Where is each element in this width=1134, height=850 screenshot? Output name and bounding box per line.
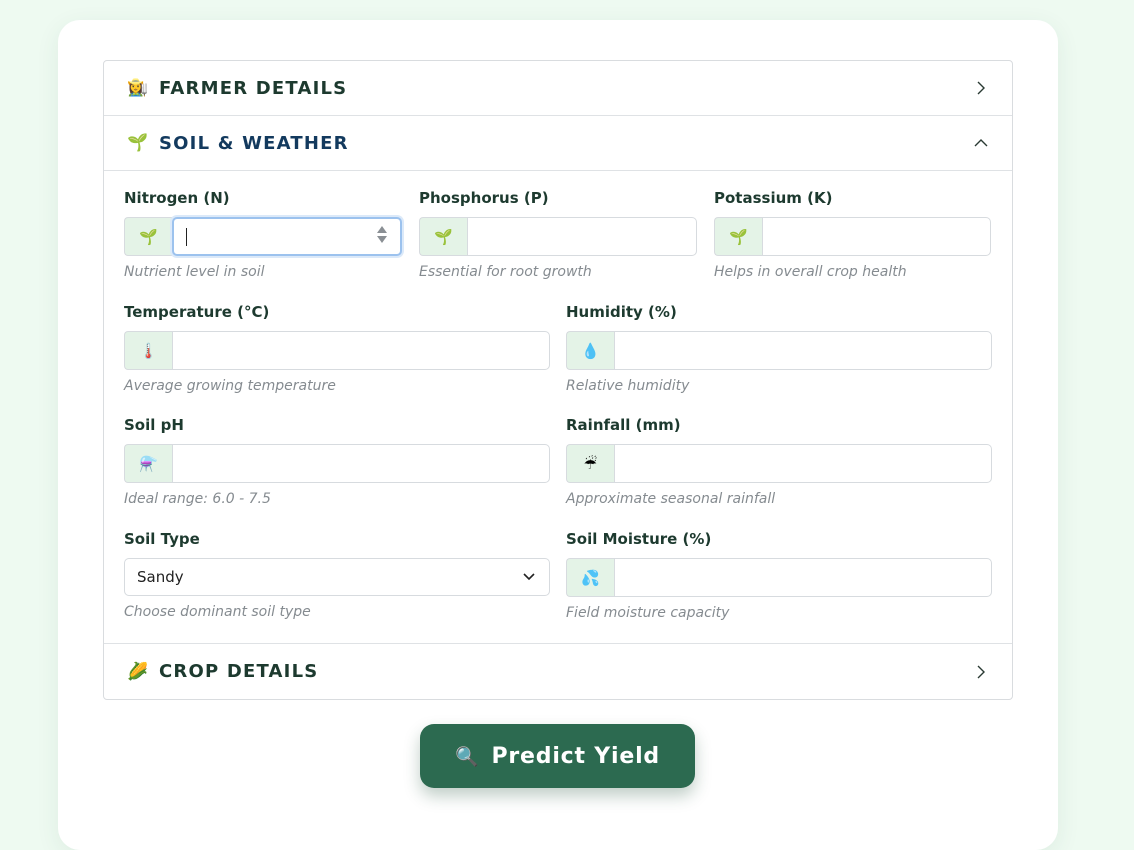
soil-moisture-help: Field moisture capacity	[566, 605, 730, 621]
soil-type-field: Soil Type Sandy Choose dominant soil typ…	[124, 528, 550, 622]
phosphorus-field: Phosphorus (P) 🌱 Essential for root grow…	[419, 187, 697, 282]
soil-ph-label: Soil pH	[124, 416, 184, 434]
rainfall-help: Approximate seasonal rainfall	[566, 491, 776, 507]
section-title: FARMER DETAILS	[159, 77, 348, 99]
flask-icon: ⚗️	[124, 444, 172, 483]
thermometer-icon: 🌡️	[124, 331, 172, 370]
predict-yield-label: Predict Yield	[491, 743, 660, 769]
soil-ph-help: Ideal range: 6.0 - 7.5	[124, 491, 271, 507]
potassium-input[interactable]	[762, 217, 991, 256]
seedling-icon: 🌱	[419, 217, 467, 256]
soil-moisture-input[interactable]	[614, 558, 992, 597]
crop-details-header[interactable]: 🌽 CROP DETAILS	[104, 644, 1012, 699]
humidity-label: Humidity (%)	[566, 303, 677, 321]
potassium-label: Potassium (K)	[714, 189, 833, 207]
chevron-up-icon[interactable]	[970, 132, 992, 154]
number-spinner[interactable]	[377, 226, 387, 243]
rainfall-input[interactable]	[614, 444, 992, 483]
soil-moisture-input-group: 💦	[566, 558, 992, 597]
sweat-droplets-icon: 💦	[566, 558, 614, 597]
predict-yield-button[interactable]: 🔍 Predict Yield	[420, 724, 695, 788]
chevron-down-icon	[523, 573, 535, 581]
seedling-icon: 🌱	[127, 133, 149, 153]
chevron-right-icon[interactable]	[970, 661, 992, 683]
soil-weather-header[interactable]: 🌱 SOIL & WEATHER	[104, 116, 1012, 171]
section-title: CROP DETAILS	[159, 661, 319, 682]
seedling-icon: 🌱	[714, 217, 762, 256]
humidity-input[interactable]	[614, 331, 992, 370]
temperature-label: Temperature (°C)	[124, 303, 270, 321]
farmer-details-header[interactable]: 👩‍🌾 FARMER DETAILS	[104, 61, 1012, 116]
soil-ph-input[interactable]	[172, 444, 550, 483]
soil-moisture-label: Soil Moisture (%)	[566, 530, 712, 548]
humidity-input-group: 💧	[566, 331, 992, 370]
temperature-field: Temperature (°C) 🌡️ Average growing temp…	[124, 301, 550, 396]
rainfall-label: Rainfall (mm)	[566, 416, 681, 434]
soil-type-help: Choose dominant soil type	[124, 604, 311, 620]
nitrogen-field: Nitrogen (N) 🌱 Nutrient level in soil	[124, 187, 402, 282]
seedling-icon: 🌱	[124, 217, 172, 256]
nitrogen-input[interactable]	[172, 217, 402, 256]
temperature-input-group: 🌡️	[124, 331, 550, 370]
soil-ph-field: Soil pH ⚗️ Ideal range: 6.0 - 7.5	[124, 414, 550, 509]
potassium-help: Helps in overall crop health	[714, 264, 907, 280]
soil-type-label: Soil Type	[124, 530, 200, 548]
potassium-input-group: 🌱	[714, 217, 991, 256]
soil-type-select[interactable]: Sandy	[124, 558, 550, 596]
form-card: 👩‍🌾 FARMER DETAILS 🌱 SOIL & WEATHER Nitr…	[58, 20, 1058, 850]
temperature-help: Average growing temperature	[124, 378, 336, 394]
humidity-field: Humidity (%) 💧 Relative humidity	[566, 301, 992, 396]
soil-moisture-field: Soil Moisture (%) 💦 Field moisture capac…	[566, 528, 992, 623]
section-title: SOIL & WEATHER	[159, 132, 349, 154]
umbrella-icon: ☔	[566, 444, 614, 483]
chevron-right-icon[interactable]	[970, 77, 992, 99]
text-caret	[186, 228, 187, 246]
nitrogen-help: Nutrient level in soil	[124, 264, 265, 280]
rainfall-field: Rainfall (mm) ☔ Approximate seasonal rai…	[566, 414, 992, 509]
soil-type-selected: Sandy	[137, 568, 184, 586]
phosphorus-label: Phosphorus (P)	[419, 189, 549, 207]
nitrogen-input-group: 🌱	[124, 217, 402, 256]
nitrogen-label: Nitrogen (N)	[124, 189, 230, 207]
spin-up-icon[interactable]	[377, 226, 387, 233]
soil-ph-input-group: ⚗️	[124, 444, 550, 483]
farmer-icon: 👩‍🌾	[127, 78, 149, 98]
phosphorus-input[interactable]	[467, 217, 697, 256]
magnifier-icon: 🔍	[455, 745, 480, 768]
droplet-icon: 💧	[566, 331, 614, 370]
potassium-field: Potassium (K) 🌱 Helps in overall crop he…	[714, 187, 991, 282]
rainfall-input-group: ☔	[566, 444, 992, 483]
temperature-input[interactable]	[172, 331, 550, 370]
soil-weather-body: Nitrogen (N) 🌱 Nutrient level in soil Ph…	[104, 171, 1012, 644]
phosphorus-input-group: 🌱	[419, 217, 697, 256]
corn-icon: 🌽	[127, 661, 149, 682]
accordion: 👩‍🌾 FARMER DETAILS 🌱 SOIL & WEATHER Nitr…	[103, 60, 1013, 700]
phosphorus-help: Essential for root growth	[419, 264, 592, 280]
humidity-help: Relative humidity	[566, 378, 690, 394]
spin-down-icon[interactable]	[377, 236, 387, 243]
